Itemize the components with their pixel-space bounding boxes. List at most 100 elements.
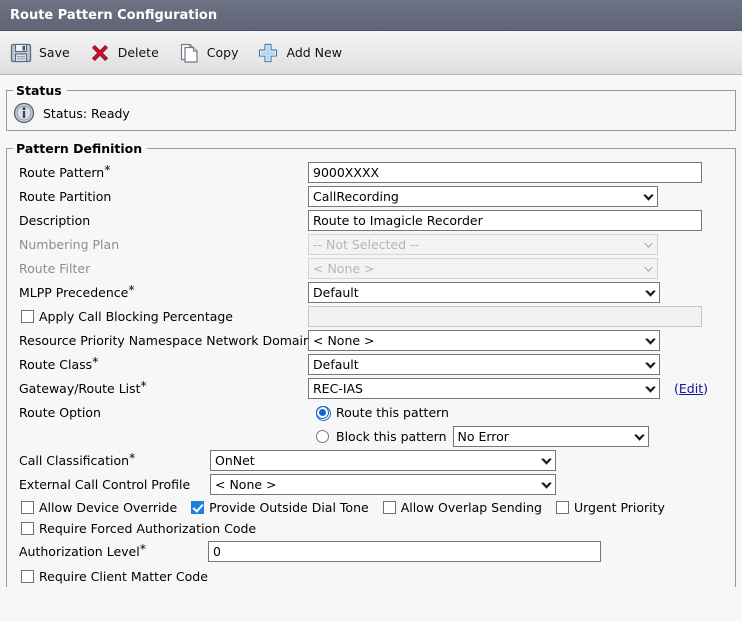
pattern-definition-legend: Pattern Definition	[13, 141, 147, 156]
block-reason-select-wrap: No Error	[453, 426, 649, 447]
required-asterisk: *	[128, 282, 134, 297]
info-icon	[13, 102, 35, 124]
route-option-label: Route Option	[19, 405, 101, 420]
apply-call-blocking-label: Apply Call Blocking Percentage	[39, 309, 233, 324]
route-class-label-cell: Route Class*	[11, 357, 308, 372]
numbering-plan-select: -- Not Selected --	[308, 234, 658, 255]
row-route-partition: Route Partition CallRecording	[11, 184, 731, 208]
add-new-button[interactable]: Add New	[256, 41, 341, 65]
allow-overlap-sending-label: Allow Overlap Sending	[401, 500, 542, 515]
call-classification-select[interactable]: OnNet	[210, 450, 556, 471]
row-numbering-plan: Numbering Plan -- Not Selected --	[11, 232, 731, 256]
required-asterisk: *	[92, 354, 98, 369]
allow-device-override-option[interactable]: Allow Device Override	[21, 500, 177, 515]
authorization-level-label: Authorization Level	[19, 544, 140, 559]
gateway-route-list-select[interactable]: REC-IAS	[308, 378, 660, 399]
gateway-route-list-label: Gateway/Route List	[19, 381, 141, 396]
route-filter-select: < None >	[308, 258, 658, 279]
require-forced-auth-code-label: Require Forced Authorization Code	[39, 521, 256, 536]
row-route-class: Route Class* Default	[11, 352, 731, 376]
pattern-definition-group: Pattern Definition Route Pattern* Route …	[6, 141, 736, 587]
required-asterisk: *	[141, 378, 147, 393]
ext-call-control-select-wrap: < None >	[210, 474, 556, 495]
mlpp-precedence-label: MLPP Precedence	[19, 285, 128, 300]
rp-namespace-label: Resource Priority Namespace Network Doma…	[19, 333, 311, 348]
allow-device-override-checkbox[interactable]	[21, 501, 34, 514]
row-route-filter: Route Filter < None >	[11, 256, 731, 280]
route-partition-label: Route Partition	[19, 189, 111, 204]
route-option-label-cell: Route Option	[11, 405, 308, 420]
required-asterisk: *	[104, 162, 110, 177]
description-input[interactable]	[308, 210, 702, 231]
apply-call-blocking-input	[308, 306, 702, 327]
copy-icon	[177, 41, 201, 65]
description-label-cell: Description	[11, 213, 308, 228]
route-pattern-input[interactable]	[308, 162, 702, 183]
edit-link[interactable]: Edit	[679, 381, 703, 396]
authorization-level-input[interactable]	[208, 541, 601, 562]
copy-button-label: Copy	[207, 45, 239, 60]
ext-call-control-select[interactable]: < None >	[210, 474, 556, 495]
gateway-route-list-edit-link-wrap: (Edit)	[674, 381, 708, 396]
row-authorization-level: Authorization Level*	[11, 539, 731, 563]
status-text: Status: Ready	[43, 106, 130, 121]
delete-icon	[88, 41, 112, 65]
require-forced-auth-code-option[interactable]: Require Forced Authorization Code	[21, 521, 256, 536]
route-filter-label-cell: Route Filter	[11, 261, 308, 276]
call-classification-label-cell: Call Classification*	[11, 453, 210, 468]
row-route-option: Route Option Route this pattern	[11, 400, 731, 424]
apply-call-blocking-checkbox[interactable]	[21, 310, 34, 323]
copy-button[interactable]: Copy	[177, 41, 239, 65]
numbering-plan-label-cell: Numbering Plan	[11, 237, 308, 252]
require-client-matter-code-option[interactable]: Require Client Matter Code	[21, 569, 208, 584]
route-partition-select[interactable]: CallRecording	[308, 186, 658, 207]
allow-device-override-label: Allow Device Override	[39, 500, 177, 515]
required-asterisk: *	[129, 450, 135, 465]
save-button[interactable]: Save	[9, 41, 70, 65]
route-this-pattern-option[interactable]: Route this pattern	[316, 405, 449, 420]
allow-overlap-sending-option[interactable]: Allow Overlap Sending	[383, 500, 542, 515]
block-this-pattern-option[interactable]: Block this pattern No Error	[316, 426, 649, 447]
provide-outside-dial-tone-checkbox[interactable]	[191, 501, 204, 514]
require-forced-auth-code-checkbox[interactable]	[21, 522, 34, 535]
row-rp-namespace: Resource Priority Namespace Network Doma…	[11, 328, 731, 352]
status-group: Status Status: Ready	[6, 83, 736, 131]
urgent-priority-checkbox[interactable]	[556, 501, 569, 514]
route-filter-select-wrap: < None >	[308, 258, 658, 279]
allow-overlap-sending-checkbox[interactable]	[383, 501, 396, 514]
route-pattern-label: Route Pattern	[19, 165, 104, 180]
route-class-select[interactable]: Default	[308, 354, 660, 375]
block-reason-select[interactable]: No Error	[453, 426, 649, 447]
row-require-forced-auth-code: Require Forced Authorization Code	[11, 518, 731, 539]
row-block-this-pattern: Block this pattern No Error	[11, 424, 731, 448]
row-description: Description	[11, 208, 731, 232]
require-client-matter-code-label: Require Client Matter Code	[39, 569, 208, 584]
delete-button[interactable]: Delete	[88, 41, 159, 65]
content-area: Status Status: Ready Pattern Definition …	[0, 75, 742, 587]
description-label: Description	[19, 213, 90, 228]
add-new-icon	[256, 41, 280, 65]
row-gateway-route-list: Gateway/Route List* REC-IAS (Edit)	[11, 376, 731, 400]
rp-namespace-select[interactable]: < None >	[308, 330, 660, 351]
save-button-label: Save	[39, 45, 70, 60]
window-title-bar: Route Pattern Configuration	[0, 0, 742, 31]
status-row: Status: Ready	[7, 98, 735, 130]
ext-call-control-label-cell: External Call Control Profile	[11, 477, 210, 492]
authorization-level-label-cell: Authorization Level*	[11, 544, 208, 559]
require-client-matter-code-checkbox[interactable]	[21, 570, 34, 583]
row-route-pattern: Route Pattern*	[11, 160, 731, 184]
urgent-priority-option[interactable]: Urgent Priority	[556, 500, 665, 515]
row-ext-call-control: External Call Control Profile < None >	[11, 472, 731, 496]
route-class-select-wrap: Default	[308, 354, 660, 375]
route-pattern-label-cell: Route Pattern*	[11, 165, 308, 180]
numbering-plan-label: Numbering Plan	[19, 237, 119, 252]
call-classification-label: Call Classification	[19, 453, 129, 468]
provide-outside-dial-tone-option[interactable]: Provide Outside Dial Tone	[191, 500, 369, 515]
mlpp-precedence-select[interactable]: Default	[308, 282, 660, 303]
route-filter-label: Route Filter	[19, 261, 90, 276]
save-icon	[9, 41, 33, 65]
route-this-pattern-radio[interactable]	[316, 406, 329, 419]
status-group-legend: Status	[13, 83, 67, 98]
block-this-pattern-radio[interactable]	[316, 430, 329, 443]
add-new-button-label: Add New	[286, 45, 341, 60]
